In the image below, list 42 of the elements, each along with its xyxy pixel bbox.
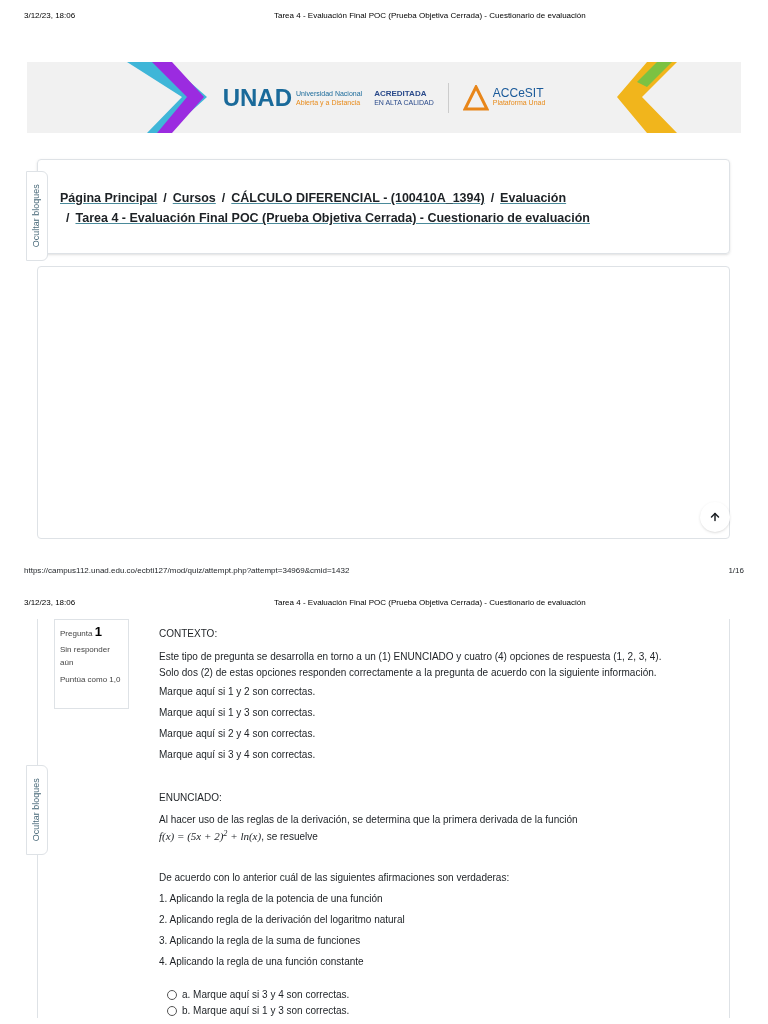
breadcrumb-separator: / <box>490 191 495 205</box>
breadcrumb-separator: / <box>66 211 70 225</box>
statement-text: Al hacer uso de las reglas de la derivación, se determina que la primera derivada de la función f(x) = (5x + 2)$^{2}$ + ln(x), se resuelve <box>159 813 579 844</box>
answer-key-text: Marque aquí si 1 y 2 son correctas. <box>159 685 317 699</box>
page-url: https://campus112.unad.edu.co/ecbti127/mod/quiz/attempt.php?attempt=34969&cmid=1432 <box>24 565 350 577</box>
breadcrumb-separator: / <box>163 191 167 205</box>
question-number: 1 <box>94 624 102 639</box>
breadcrumb-link[interactable]: Página Principal <box>60 191 158 205</box>
statement-item: 2. Aplicando regla de la derivación del logaritmo natural <box>159 913 406 927</box>
university-logo: UNAD <box>222 82 292 113</box>
page-number: 1/16 <box>728 565 744 577</box>
breadcrumb-link[interactable]: Evaluación <box>500 191 567 205</box>
prompt-text: De acuerdo con lo anterior cuál de las siguientes afirmaciones son verdaderas: <box>159 871 511 885</box>
statement-item: 1. Aplicando la regla de la potencia de una función <box>159 892 384 906</box>
statement-heading: ENUNCIADO: <box>159 791 223 805</box>
back-to-top-button[interactable] <box>700 502 730 532</box>
answer-option[interactable]: b. Marque aquí si 1 y 3 son correctas. <box>182 1004 350 1018</box>
hide-blocks-tab[interactable]: Ocultar bloques <box>26 171 48 261</box>
print-date: 3/12/23, 18:06 <box>24 10 77 22</box>
accreditation-label: ACREDITADA <box>374 88 428 98</box>
print-title: Tarea 4 - Evaluación Final POC (Prueba Objetiva Cerrada) - Cuestionario de evaluación <box>274 10 586 22</box>
statement-item: 4. Aplicando la regla de una función constante <box>159 955 365 969</box>
statement-item: 3. Aplicando la regla de la suma de funciones <box>159 934 362 948</box>
answer-key-text: Marque aquí si 2 y 4 son correctas. <box>159 727 317 741</box>
context-heading: CONTEXTO: <box>159 627 219 641</box>
answer-option[interactable]: a. Marque aquí si 3 y 4 son correctas. <box>182 988 350 1002</box>
question-label: Pregunta <box>60 629 93 638</box>
print-title: Tarea 4 - Evaluación Final POC (Prueba Objetiva Cerrada) - Cuestionario de evaluación <box>274 597 586 609</box>
question-status: Sin responder aún <box>60 644 111 669</box>
breadcrumb-link[interactable]: CÁLCULO DIFERENCIAL - (100410A_1394) <box>231 191 485 205</box>
arrow-up-icon <box>709 511 721 523</box>
answer-key-text: Marque aquí si 3 y 4 son correctas. <box>159 748 317 762</box>
breadcrumb-link[interactable]: Tarea 4 - Evaluación Final POC (Prueba Objetiva Cerrada) - Cuestionario de evaluación <box>75 211 590 225</box>
breadcrumb-link[interactable]: Cursos <box>172 191 216 205</box>
breadcrumb-separator: / <box>221 191 226 205</box>
print-date: 3/12/23, 18:06 <box>24 597 77 609</box>
context-text: Este tipo de pregunta se desarrolla en torno a un (1) ENUNCIADO y cuatro (4) opciones de respuesta (1, 2, 3, 4). Solo dos (2) de estas opciones responden correctamente a la pregunta de acuerdo con la siguiente información. <box>159 650 662 680</box>
triangle-logo-icon <box>462 84 489 111</box>
hide-blocks-tab[interactable]: Ocultar bloques <box>26 765 48 855</box>
answer-key-text: Marque aquí si 1 y 3 son correctas. <box>159 706 317 720</box>
question-grade: Puntúa como 1,0 <box>60 674 122 686</box>
platform-logo: ACCeSIT <box>492 87 545 98</box>
